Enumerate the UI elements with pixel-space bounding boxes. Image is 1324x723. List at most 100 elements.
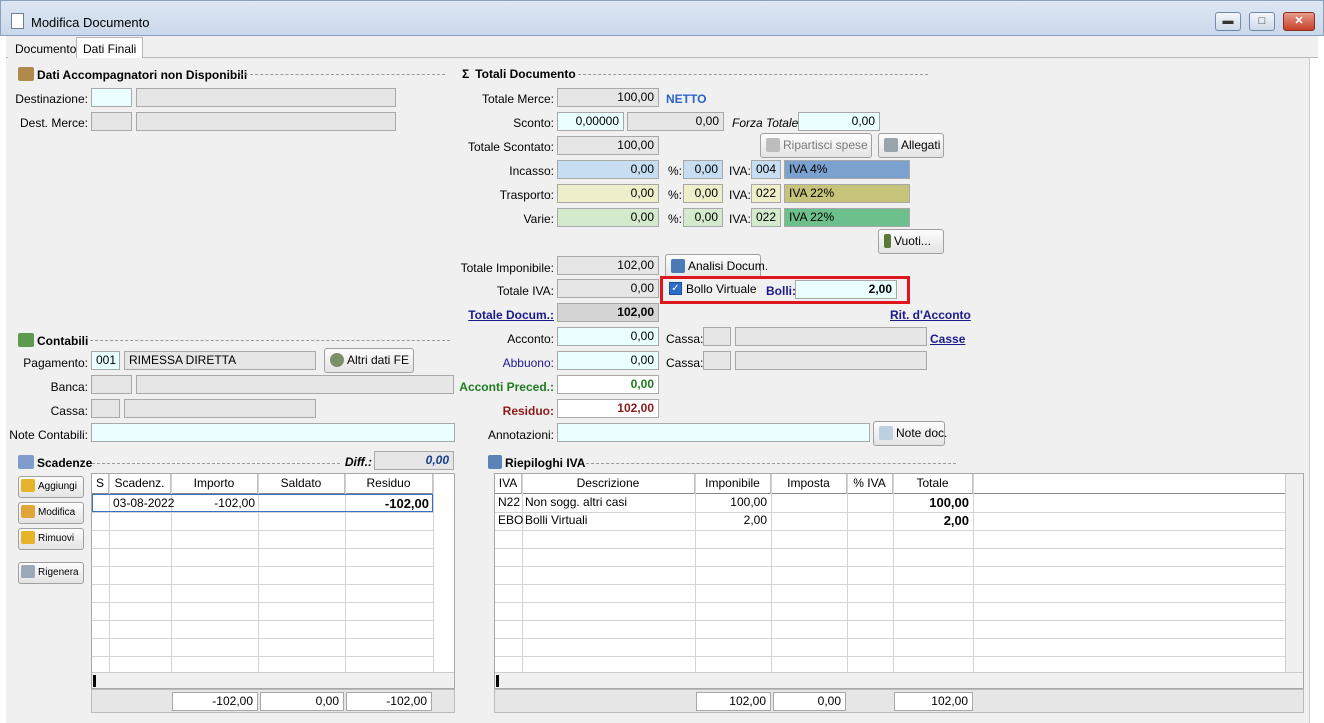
tab-documento[interactable]: Documento	[8, 37, 84, 58]
col-saldato[interactable]: Saldato	[258, 474, 345, 494]
cassa-desc[interactable]	[124, 399, 316, 418]
allegati-button[interactable]: Allegati	[878, 133, 944, 158]
forza-totale-input[interactable]: 0,00	[798, 112, 880, 131]
col-s[interactable]: S	[92, 474, 109, 494]
abbuono-cassa-code[interactable]	[703, 351, 731, 370]
maximize-button[interactable]: □	[1249, 12, 1275, 31]
incasso-iva-code[interactable]: 004	[751, 160, 781, 179]
casse-link[interactable]: Casse	[930, 332, 965, 346]
pagamento-code[interactable]: 001	[91, 351, 120, 370]
bollo-virtuale-checkbox[interactable]: ✓	[669, 282, 682, 295]
varie-pct[interactable]: 0,00	[683, 208, 723, 227]
pagamento-label: Pagamento:	[23, 356, 88, 370]
close-button[interactable]: ✕	[1283, 12, 1315, 31]
acconto-cassa-code[interactable]	[703, 327, 731, 346]
totale-merce-value: 100,00	[557, 88, 659, 107]
totale-docum-value: 102,00	[557, 303, 659, 322]
cell-imponibile: 100,00	[730, 495, 767, 509]
acconto-cassa-desc[interactable]	[735, 327, 927, 346]
aggiungi-button[interactable]: Aggiungi	[18, 476, 84, 498]
table-row[interactable]: 03-08-2022 -102,00 -102,00	[92, 494, 433, 512]
bolli-label: Bolli:	[766, 284, 796, 298]
banca-code[interactable]	[91, 375, 132, 394]
ripartisci-spese-button[interactable]: Ripartisci spese	[760, 133, 872, 158]
table-row[interactable]: EBO Bolli Virtuali 2,00 2,00	[495, 512, 1285, 530]
abbuono-cassa-desc[interactable]	[735, 351, 927, 370]
paperclip-icon	[884, 138, 898, 152]
totale-scontato-value: 100,00	[557, 136, 659, 155]
incasso-pct[interactable]: 0,00	[683, 160, 723, 179]
col-scadenza[interactable]: Scadenz.	[109, 474, 171, 494]
acconti-preced-value: 0,00	[557, 375, 659, 394]
acconto-cassa-label: Cassa:	[666, 332, 704, 346]
riepiloghi-grid[interactable]: IVA Descrizione Imponibile Imposta % IVA…	[494, 473, 1304, 689]
vat-table-icon	[488, 455, 502, 469]
col-descrizione[interactable]: Descrizione	[522, 474, 695, 494]
banca-desc[interactable]	[136, 375, 454, 394]
abbuono-input[interactable]: 0,00	[557, 351, 659, 370]
totale-docum-label[interactable]: Totale Docum.:	[446, 308, 554, 322]
col-iva[interactable]: IVA	[495, 474, 522, 494]
tab-dati-finali[interactable]: Dati Finali	[76, 37, 144, 58]
varie-label: Varie:	[523, 212, 554, 226]
vuoti-button[interactable]: Vuoti...	[878, 229, 944, 254]
scrollbar-horizontal[interactable]	[92, 672, 454, 688]
table-row[interactable]: N22 Non sogg. altri casi 100,00 100,00	[495, 494, 1285, 512]
scadenze-grid[interactable]: S Scadenz. Importo Saldato Residuo 03-08…	[91, 473, 455, 689]
destinazione-code[interactable]	[91, 88, 132, 107]
scrollbar-vertical[interactable]	[1285, 474, 1303, 672]
dest-merce-code[interactable]	[91, 112, 132, 131]
varie-input[interactable]: 0,00	[557, 208, 659, 227]
banca-label: Banca:	[50, 380, 88, 394]
dest-merce-desc[interactable]	[136, 112, 396, 131]
diff-label: Diff.:	[344, 455, 372, 469]
rigenera-button[interactable]: Rigenera	[18, 562, 84, 584]
dest-merce-label: Dest. Merce:	[19, 116, 88, 130]
destinazione-label: Destinazione:	[15, 92, 88, 106]
incasso-input[interactable]: 0,00	[557, 160, 659, 179]
cell-residuo: -102,00	[384, 496, 429, 511]
note-doc-button[interactable]: Note doc.	[873, 421, 947, 446]
totale-iva-label: Totale IVA:	[496, 284, 554, 298]
rit-acconto-link[interactable]: Rit. d'Acconto	[890, 308, 971, 322]
cell-iva: N22	[498, 495, 521, 509]
calendar-icon	[18, 455, 34, 469]
trasporto-input[interactable]: 0,00	[557, 184, 659, 203]
trasporto-iva-code[interactable]: 022	[751, 184, 781, 203]
scrollbar-horizontal[interactable]	[495, 672, 1303, 688]
varie-iva-desc: IVA 22%	[784, 208, 910, 227]
cassa-code[interactable]	[91, 399, 120, 418]
residuo-label: Residuo:	[502, 404, 554, 418]
rimuovi-button[interactable]: Rimuovi	[18, 528, 84, 550]
col-residuo[interactable]: Residuo	[345, 474, 433, 494]
document-icon	[11, 13, 24, 29]
emblem-icon	[330, 353, 344, 367]
altri-dati-fe-button[interactable]: Altri dati FE	[324, 348, 414, 373]
note-contabili-field[interactable]	[91, 423, 455, 442]
acconto-input[interactable]: 0,00	[557, 327, 659, 346]
minimize-button[interactable]: ▬	[1215, 12, 1241, 31]
col-totale[interactable]: Totale	[893, 474, 973, 494]
modifica-button[interactable]: Modifica	[18, 502, 84, 524]
col-pct-iva[interactable]: % IVA	[847, 474, 893, 494]
annotazioni-input[interactable]	[557, 423, 870, 442]
trasporto-iva-label: IVA:	[729, 188, 751, 202]
varie-iva-label: IVA:	[729, 212, 751, 226]
total-imposta: 0,00	[773, 692, 846, 711]
col-imponibile[interactable]: Imponibile	[695, 474, 771, 494]
section-scadenze: Scadenze	[18, 455, 92, 470]
trasporto-pct[interactable]: 0,00	[683, 184, 723, 203]
note-icon	[879, 426, 893, 440]
sconto-label: Sconto:	[513, 116, 554, 130]
destinazione-desc[interactable]	[136, 88, 396, 107]
varie-iva-code[interactable]: 022	[751, 208, 781, 227]
sconto-pct-input[interactable]: 0,00000	[557, 112, 624, 131]
section-contabili: Contabili	[18, 333, 88, 348]
regenerate-icon	[21, 565, 35, 578]
bolli-input[interactable]: 2,00	[795, 280, 897, 299]
col-importo[interactable]: Importo	[171, 474, 258, 494]
add-icon	[21, 479, 35, 492]
pagamento-desc[interactable]: RIMESSA DIRETTA	[124, 351, 316, 370]
col-imposta[interactable]: Imposta	[771, 474, 847, 494]
cell-iva: EBO	[498, 513, 524, 527]
